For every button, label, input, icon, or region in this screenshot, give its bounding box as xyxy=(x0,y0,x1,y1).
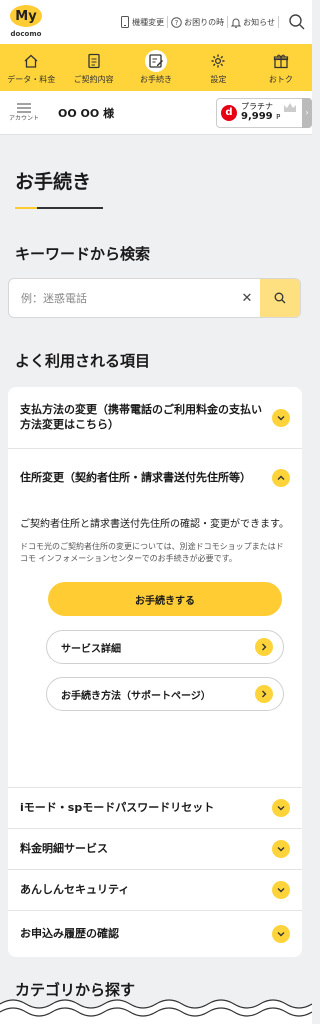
list-item-expanded[interactable]: 住所変更（契約者住所・請求書送付先住所等） xyxy=(8,449,302,507)
nav-label: ご契約内容 xyxy=(73,75,114,84)
chevron-right-icon xyxy=(255,685,273,704)
phone-icon xyxy=(121,16,130,28)
link-notice[interactable]: お知らせ xyxy=(231,17,275,28)
divider xyxy=(167,16,169,28)
nav-label: データ・料金 xyxy=(7,75,56,84)
chevron-right-icon xyxy=(255,638,273,657)
expanded-description: ご契約者住所と請求書送付先住所の確認・変更ができます。 xyxy=(20,519,289,530)
list-item[interactable]: あんしんセキュリティ xyxy=(8,870,302,911)
logo-sub: docomo xyxy=(10,30,42,38)
chevron-down-icon xyxy=(272,840,290,858)
list-item[interactable]: iモード・spモードパスワードリセット xyxy=(8,788,302,829)
frequent-heading: よく利用される項目 xyxy=(15,352,151,370)
frequent-items-card: 支払方法の変更（携帯電話のご利用料金の支払い方法変更はこちら） 住所変更（契約者… xyxy=(8,387,302,957)
search-button[interactable] xyxy=(260,279,300,317)
account-menu-button[interactable]: アカウント xyxy=(8,103,40,122)
link-label: 機種変更 xyxy=(132,17,165,27)
chevron-down-icon xyxy=(272,881,290,899)
chevron-down-icon xyxy=(272,408,290,427)
nav-procedures[interactable]: お手続き xyxy=(125,44,187,91)
item-label: iモード・spモードパスワードリセット xyxy=(20,800,215,814)
help-icon: ? xyxy=(171,16,182,28)
logo-text: My xyxy=(10,5,42,27)
nav-label: 設定 xyxy=(210,75,227,84)
nav-data-fee[interactable]: データ・料金 xyxy=(0,44,62,91)
search-icon xyxy=(274,292,286,304)
service-detail-button[interactable]: サービス詳細 xyxy=(46,630,284,665)
d-point-icon: d xyxy=(221,104,237,121)
expanded-panel: ご契約者住所と請求書送付先住所の確認・変更ができます。 ドコモ光のご契約者住所の… xyxy=(8,517,302,788)
button-label: サービス詳細 xyxy=(61,643,121,655)
home-icon xyxy=(24,54,38,68)
link-help[interactable]: ? お困りの時 xyxy=(171,16,225,28)
nav-deals[interactable]: おトク xyxy=(250,44,312,91)
nav-label: おトク xyxy=(268,75,293,84)
search-icon[interactable] xyxy=(288,13,306,31)
rank-label: プラチナ xyxy=(241,101,273,111)
item-label: 料金明細サービス xyxy=(20,841,108,855)
top-links: 機種変更 ? お困りの時 お知らせ xyxy=(120,13,306,31)
gift-icon xyxy=(273,54,288,69)
item-label: お申込み履歴の確認 xyxy=(20,926,119,940)
link-label: お困りの時 xyxy=(184,17,225,27)
link-model-change[interactable]: 機種変更 xyxy=(120,16,164,28)
points-unit: P xyxy=(276,113,281,122)
global-nav: データ・料金 ご契約内容 お手続き 設定 おトク xyxy=(0,44,312,91)
chevron-down-icon xyxy=(272,925,290,943)
hamburger-icon xyxy=(17,103,31,113)
clear-icon[interactable]: ✕ xyxy=(234,291,260,306)
divider xyxy=(278,16,279,28)
item-label: 支払方法の変更（携帯電話のご利用料金の支払い方法変更はこちら） xyxy=(20,402,262,431)
nav-label: お手続き xyxy=(140,75,173,84)
nav-settings[interactable]: 設定 xyxy=(187,44,249,91)
search-box: ✕ xyxy=(8,278,301,318)
divider xyxy=(227,16,229,28)
list-item[interactable]: 支払方法の変更（携帯電話のご利用料金の支払い方法変更はこちら） xyxy=(8,387,302,449)
top-bar: My docomo 機種変更 ? お困りの時 お知らせ xyxy=(0,0,312,44)
link-label: お知らせ xyxy=(243,17,275,27)
title-underline xyxy=(15,207,103,209)
user-name: OO OO 様 xyxy=(58,106,115,120)
chevron-down-icon xyxy=(272,799,290,817)
chevron-right-icon: › xyxy=(302,97,312,128)
list-item[interactable]: 料金明細サービス xyxy=(8,829,302,870)
points-value: 9,999 xyxy=(241,111,273,123)
nav-contract[interactable]: ご契約内容 xyxy=(62,44,124,91)
button-label: お手続き方法（サポートページ） xyxy=(61,690,211,702)
list-item[interactable]: お申込み履歴の確認 xyxy=(8,911,302,957)
account-menu-label: アカウント xyxy=(8,115,39,122)
svg-text:?: ? xyxy=(175,19,179,27)
item-label: 住所変更（契約者住所・請求書送付先住所等） xyxy=(20,470,251,484)
search-input[interactable] xyxy=(9,279,234,317)
points-badge[interactable]: d プラチナ 9,999 P › xyxy=(216,97,312,128)
expanded-note: ドコモ光のご契約者住所の変更については、別途ドコモショップまたはドコモ インフォ… xyxy=(20,541,284,564)
edit-icon xyxy=(149,54,164,68)
my-docomo-logo[interactable]: My docomo xyxy=(8,4,44,40)
torn-edge-decoration xyxy=(0,999,312,1024)
bell-icon xyxy=(231,18,242,28)
gear-icon xyxy=(211,54,225,68)
crown-icon xyxy=(284,102,296,112)
account-bar: アカウント OO OO 様 d プラチナ 9,999 P › xyxy=(0,91,312,135)
document-icon xyxy=(87,53,100,69)
support-page-button[interactable]: お手続き方法（サポートページ） xyxy=(46,677,284,712)
chevron-up-icon xyxy=(272,469,290,487)
page-title: お手続き xyxy=(15,171,92,193)
start-procedure-button[interactable]: お手続きする xyxy=(48,582,282,617)
keyword-heading: キーワードから検索 xyxy=(15,245,151,263)
item-label: あんしんセキュリティ xyxy=(20,882,130,896)
